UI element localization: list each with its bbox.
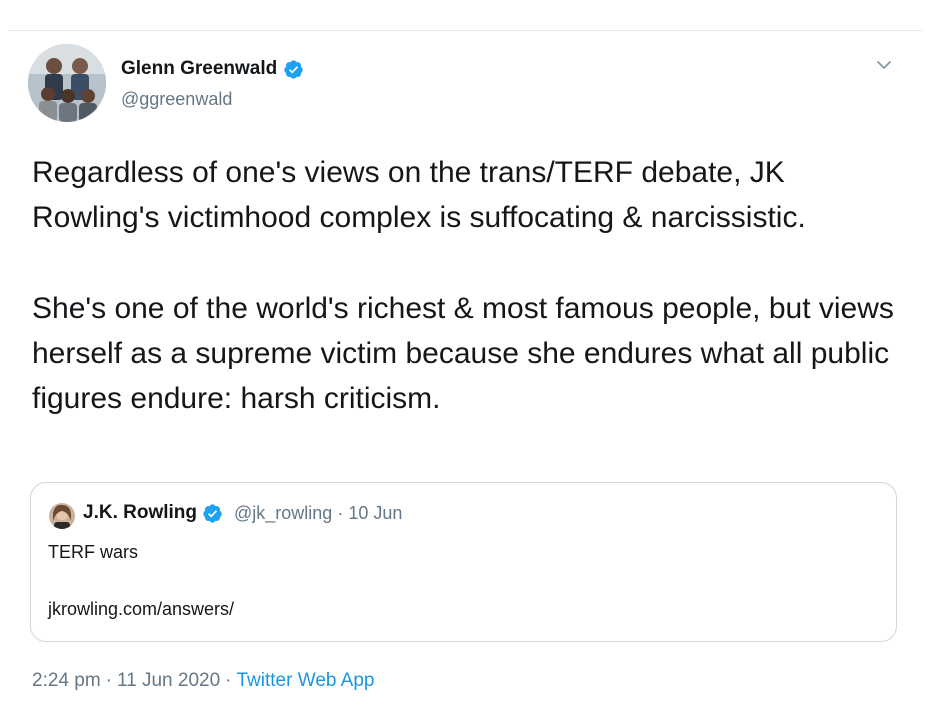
quoted-author-avatar <box>49 503 75 529</box>
author-name[interactable]: Glenn Greenwald <box>121 58 304 80</box>
quoted-tweet-date: 10 Jun <box>348 502 403 523</box>
tweet-paragraph: She's one of the world's richest & most … <box>32 292 894 415</box>
tweet-time[interactable]: 2:24 pm <box>32 670 101 692</box>
group-photo-avatar-icon <box>28 44 106 122</box>
separator-dot: · <box>105 670 112 691</box>
separator-dot: · <box>337 502 344 523</box>
tweet-date[interactable]: 11 Jun 2020 <box>117 670 220 692</box>
quoted-tweet-link[interactable]: jkrowling.com/answers/ <box>48 599 234 620</box>
chevron-down-icon[interactable] <box>872 56 896 76</box>
tweet-paragraph: Regardless of one's views on the trans/T… <box>32 156 806 234</box>
verified-badge-icon <box>284 59 303 79</box>
tweet-body: Regardless of one's views on the trans/T… <box>32 150 902 421</box>
author-name-text[interactable]: Glenn Greenwald <box>121 58 277 80</box>
quoted-tweet-text: TERF wars <box>48 542 138 562</box>
tweet-source-link[interactable]: Twitter Web App <box>237 670 375 692</box>
author-avatar[interactable] <box>28 44 106 122</box>
verified-badge-icon <box>203 503 222 523</box>
quoted-tweet-header: J.K. Rowling @jk_rowling · 10 Jun <box>83 502 402 524</box>
quoted-tweet[interactable]: J.K. Rowling @jk_rowling · 10 Jun TERF w… <box>30 482 897 642</box>
quoted-author-handle: @jk_rowling <box>234 502 333 523</box>
tweet-metadata: 2:24 pm · 11 Jun 2020 · Twitter Web App <box>32 670 375 692</box>
person-avatar-icon <box>49 503 75 529</box>
separator-dot: · <box>225 670 232 691</box>
quoted-author-name: J.K. Rowling <box>83 502 197 523</box>
author-handle[interactable]: @ggreenwald <box>121 89 232 110</box>
